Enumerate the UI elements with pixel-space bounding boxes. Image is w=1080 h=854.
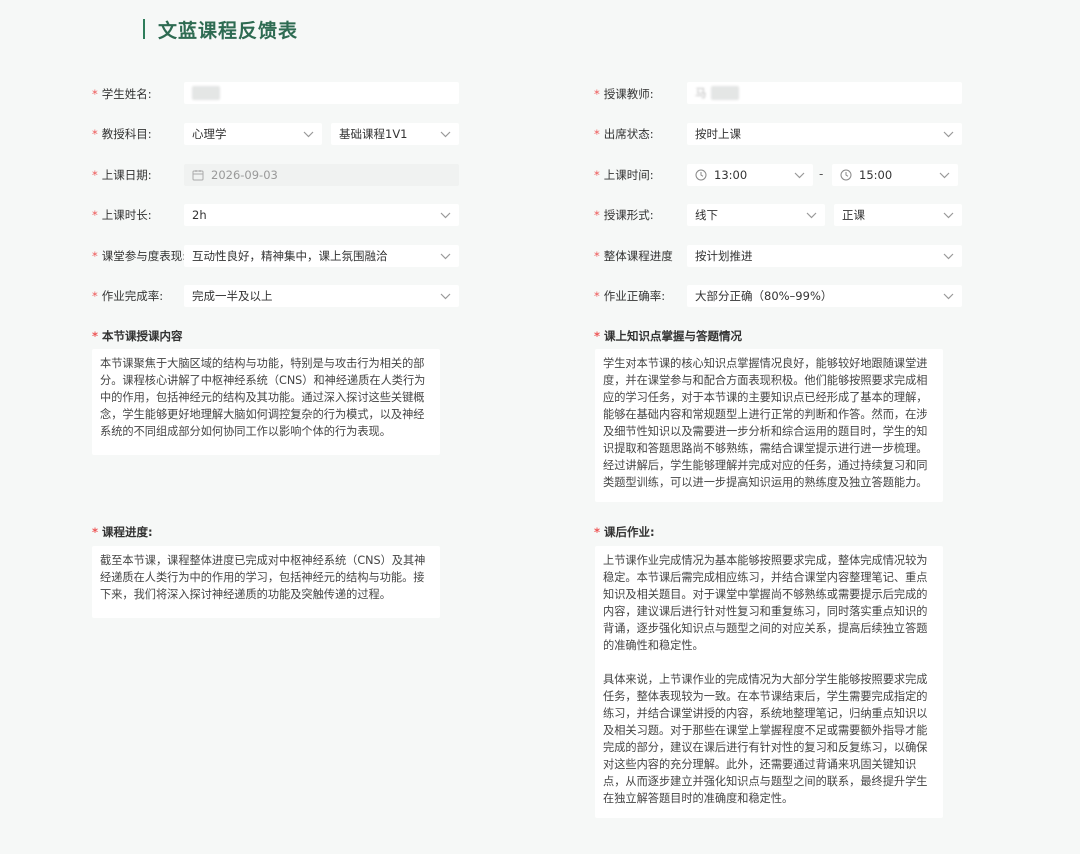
label-teacher: * 授课教师: xyxy=(594,87,654,101)
label-subject: * 教授科目: xyxy=(92,127,152,141)
student-name-input[interactable] xyxy=(184,82,459,104)
chevron-down-icon xyxy=(439,128,451,140)
label-participation: * 课堂参与度表现: xyxy=(92,249,187,263)
page-header: 文蓝课程反馈表 xyxy=(143,16,298,42)
redacted-teacher xyxy=(710,86,739,100)
progress-textarea[interactable]: 截至本节课，课程整体进度已完成对中枢神经系统（CNS）及其神经递质在人类行为中的… xyxy=(92,546,440,618)
label-hw-completion: * 作业完成率: xyxy=(92,289,164,303)
chevron-down-icon xyxy=(942,290,954,302)
hw-accuracy-select[interactable]: 大部分正确（80%–99%） xyxy=(687,285,962,307)
chevron-down-icon xyxy=(439,209,451,221)
chevron-down-icon xyxy=(793,169,805,181)
label-duration: * 上课时长: xyxy=(92,208,152,222)
time-separator: - xyxy=(819,167,824,181)
label-time: * 上课时间: xyxy=(594,168,654,182)
chevron-down-icon xyxy=(439,290,451,302)
label-progress-section: * 课程进度: xyxy=(92,525,153,539)
participation-select[interactable]: 互动性良好，精神集中，课上氛围融洽 xyxy=(184,245,459,267)
label-mode: * 授课形式: xyxy=(594,208,654,222)
label-hw-accuracy: * 作业正确率: xyxy=(594,289,666,303)
calendar-icon xyxy=(192,169,205,182)
attendance-select[interactable]: 按时上课 xyxy=(687,123,962,145)
label-attendance: * 出席状态: xyxy=(594,127,654,141)
class-type-select[interactable]: 正课 xyxy=(834,204,962,226)
content-textarea[interactable]: 本节课聚焦于大脑区域的结构与功能，特别是与攻击行为相关的部分。课程核心讲解了中枢… xyxy=(92,349,440,455)
label-mastery-section: * 课上知识点掌握与答题情况 xyxy=(594,329,743,343)
label-content-section: * 本节课授课内容 xyxy=(92,329,183,343)
chevron-down-icon xyxy=(302,128,314,140)
time-end-select[interactable]: 15:00 xyxy=(832,164,958,186)
date-picker[interactable]: 2026-09-03 xyxy=(184,164,459,186)
clock-icon xyxy=(840,169,853,182)
course-type-select[interactable]: 基础课程1V1 xyxy=(331,123,459,145)
redacted-name xyxy=(192,86,220,100)
title-accent-bar xyxy=(143,19,145,39)
page-title: 文蓝课程反馈表 xyxy=(158,19,299,42)
subject-select[interactable]: 心理学 xyxy=(184,123,322,145)
mode-select[interactable]: 线下 xyxy=(687,204,825,226)
chevron-down-icon xyxy=(942,209,954,221)
label-student-name: * 学生姓名: xyxy=(92,87,152,101)
time-start-select[interactable]: 13:00 xyxy=(687,164,813,186)
chevron-down-icon xyxy=(942,250,954,262)
chevron-down-icon xyxy=(942,128,954,140)
label-overall-progress: * 整体课程进度 xyxy=(594,249,673,263)
teacher-value: 马 xyxy=(695,86,707,100)
overall-progress-select[interactable]: 按计划推进 xyxy=(687,245,962,267)
chevron-down-icon xyxy=(938,169,950,181)
mastery-textarea[interactable]: 学生对本节课的核心知识点掌握情况良好，能够较好地跟随课堂进度，并在课堂参与和配合… xyxy=(595,349,943,502)
teacher-input[interactable]: 马 xyxy=(687,82,962,104)
homework-textarea[interactable]: 上节课作业完成情况为基本能够按照要求完成，整体完成情况较为稳定。本节课后需完成相… xyxy=(595,546,943,818)
hw-completion-select[interactable]: 完成一半及以上 xyxy=(184,285,459,307)
label-homework-section: * 课后作业: xyxy=(594,525,655,539)
duration-select[interactable]: 2h xyxy=(184,204,459,226)
chevron-down-icon xyxy=(805,209,817,221)
label-date: * 上课日期: xyxy=(92,168,152,182)
clock-icon xyxy=(695,169,708,182)
chevron-down-icon xyxy=(439,250,451,262)
